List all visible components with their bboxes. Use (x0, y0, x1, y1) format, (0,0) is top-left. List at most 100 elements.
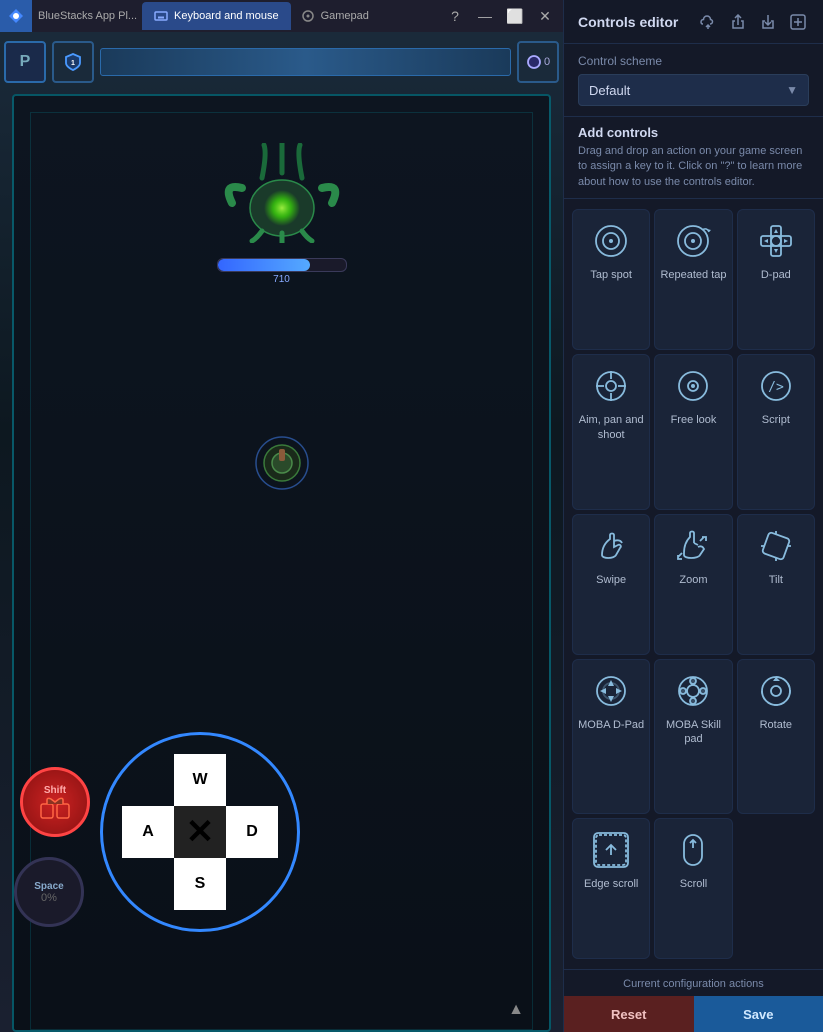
window-controls: ? — ⬜ ✕ (441, 2, 563, 30)
control-moba-d-pad[interactable]: MOBA D-Pad (572, 659, 650, 814)
restore-btn[interactable]: ⬜ (501, 2, 529, 30)
swipe-icon (590, 525, 632, 567)
title-bar: BlueStacks App Pl... Keyboard and mouse … (0, 0, 563, 32)
dpad-up: W (174, 754, 226, 806)
tap-spot-icon (590, 220, 632, 262)
moba-skill-pad-label: MOBA Skill pad (659, 718, 727, 747)
boss-area (212, 143, 352, 243)
d-pad-label: D-pad (761, 268, 791, 282)
aim-pan-shoot-label: Aim, pan and shoot (577, 413, 645, 442)
control-d-pad[interactable]: D-pad (737, 209, 815, 350)
control-repeated-tap[interactable]: Repeated tap (654, 209, 732, 350)
svg-text:1: 1 (71, 60, 75, 67)
edge-scroll-label: Edge scroll (584, 877, 638, 891)
swipe-label: Swipe (596, 573, 626, 587)
shift-label: Shift (44, 785, 66, 796)
dpad-left: A (122, 806, 174, 858)
bottom-buttons: Reset Save (564, 996, 823, 1032)
dropdown-arrow-icon: ▼ (786, 83, 798, 97)
dpad-down: S (174, 858, 226, 910)
health-bar-area: 710 (217, 258, 347, 285)
app-logo (0, 0, 32, 32)
scheme-row: Control scheme (564, 44, 823, 74)
tab-gamepad-label: Gamepad (321, 10, 369, 22)
shield-display: 1 (52, 41, 94, 83)
reset-button[interactable]: Reset (564, 996, 694, 1032)
close-btn[interactable]: ✕ (531, 2, 559, 30)
current-config-label: Current configuration actions (564, 970, 823, 996)
panel-bottom: Current configuration actions Reset Save (564, 969, 823, 1032)
scheme-value: Default (589, 83, 630, 98)
space-pct: 0% (41, 892, 57, 904)
health-value: 710 (217, 274, 347, 285)
free-look-icon (672, 365, 714, 407)
game-area: BlueStacks App Pl... Keyboard and mouse … (0, 0, 563, 1032)
dpad-control[interactable]: ✕ W S A D (100, 732, 300, 932)
control-swipe[interactable]: Swipe (572, 514, 650, 655)
panel-header-icons (697, 11, 809, 33)
script-icon: /> (755, 365, 797, 407)
rotate-icon (755, 670, 797, 712)
tilt-label: Tilt (769, 573, 783, 587)
tilt-icon (755, 525, 797, 567)
moba-skill-pad-icon (672, 670, 714, 712)
control-scroll[interactable]: Scroll (654, 818, 732, 959)
moba-d-pad-label: MOBA D-Pad (578, 718, 644, 732)
progress-bar (100, 48, 511, 76)
space-label: Space (34, 881, 63, 892)
script-label: Script (762, 413, 790, 427)
add-controls-desc: Drag and drop an action on your game scr… (578, 144, 809, 190)
free-look-label: Free look (671, 413, 717, 427)
game-screen: P 1 0 (0, 32, 563, 1032)
aim-pan-shoot-icon (590, 365, 632, 407)
repeated-tap-label: Repeated tap (660, 268, 726, 282)
save-button[interactable]: Save (694, 996, 823, 1032)
scroll-label: Scroll (680, 877, 708, 891)
scheme-dropdown[interactable]: Default ▼ (578, 74, 809, 106)
controls-grid: Tap spot Repeated tap D-pad Aim, pan and… (564, 199, 823, 969)
export-icon[interactable] (727, 11, 749, 33)
help-btn[interactable]: ? (441, 2, 469, 30)
control-tilt[interactable]: Tilt (737, 514, 815, 655)
import-icon[interactable] (757, 11, 779, 33)
rotate-label: Rotate (760, 718, 792, 732)
control-free-look[interactable]: Free look (654, 354, 732, 509)
control-tap-spot[interactable]: Tap spot (572, 209, 650, 350)
cloud-upload-icon[interactable] (697, 11, 719, 33)
panel-header: Controls editor (564, 0, 823, 44)
control-aim-pan-shoot[interactable]: Aim, pan and shoot (572, 354, 650, 509)
zoom-label: Zoom (679, 573, 707, 587)
add-icon[interactable] (787, 11, 809, 33)
skill-space-button[interactable]: Space 0% (14, 857, 84, 927)
control-edge-scroll[interactable]: Edge scroll (572, 818, 650, 959)
control-script[interactable]: /> Script (737, 354, 815, 509)
control-rotate[interactable]: Rotate (737, 659, 815, 814)
skill-shift-button[interactable]: Shift (20, 767, 90, 837)
control-moba-skill-pad[interactable]: MOBA Skill pad (654, 659, 732, 814)
svg-text:/>: /> (768, 380, 784, 395)
add-controls-title: Add controls (578, 125, 809, 140)
panel-title: Controls editor (578, 14, 678, 30)
controls-panel: Controls editor (563, 0, 823, 1032)
edge-scroll-icon (590, 829, 632, 871)
scroll-icon (672, 829, 714, 871)
repeated-tap-icon (672, 220, 714, 262)
arrow-indicator: ▲ (508, 1001, 524, 1019)
tab-gamepad[interactable]: Gamepad (291, 2, 379, 30)
scheme-label: Control scheme (578, 54, 662, 68)
moba-d-pad-icon (590, 670, 632, 712)
tap-spot-label: Tap spot (590, 268, 632, 282)
tab-keyboard-label: Keyboard and mouse (174, 10, 279, 22)
coin-display: 0 (517, 41, 559, 83)
game-hud-top: P 1 0 (4, 36, 559, 88)
app-name: BlueStacks App Pl... (32, 10, 142, 22)
minimize-btn[interactable]: — (471, 2, 499, 30)
dpad-right: D (226, 806, 278, 858)
d-pad-icon (755, 220, 797, 262)
add-controls-section: Add controls Drag and drop an action on … (564, 116, 823, 199)
player-character (252, 433, 312, 498)
tab-keyboard-mouse[interactable]: Keyboard and mouse (142, 2, 291, 30)
player-icon: P (4, 41, 46, 83)
control-zoom[interactable]: Zoom (654, 514, 732, 655)
zoom-icon (672, 525, 714, 567)
